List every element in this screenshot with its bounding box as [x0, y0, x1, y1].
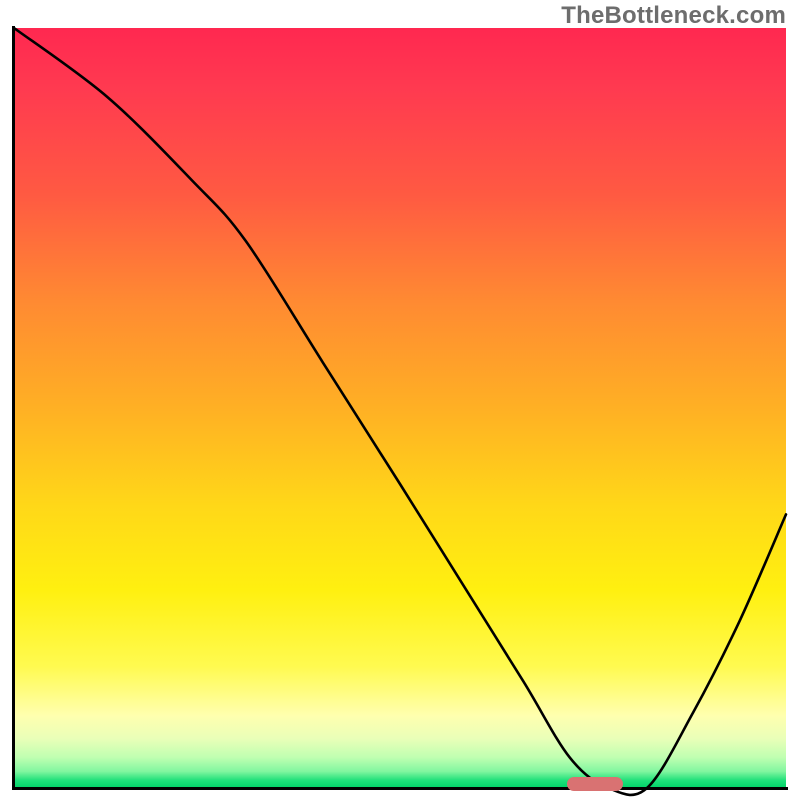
bottleneck-curve [14, 28, 786, 788]
watermark-text: TheBottleneck.com [561, 2, 786, 30]
optimal-range-marker [567, 777, 623, 791]
chart-container: TheBottleneck.com [0, 0, 800, 800]
